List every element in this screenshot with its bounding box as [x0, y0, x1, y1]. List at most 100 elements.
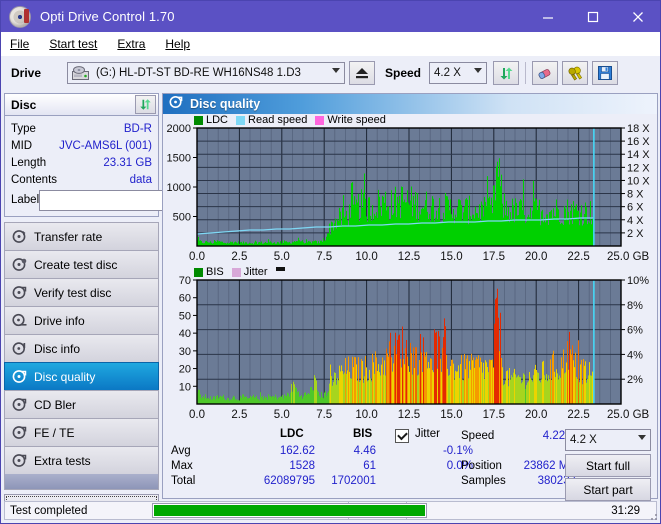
title-bar: Opti Drive Control 1.70: [1, 1, 660, 32]
disc-row-mid-value: JVC-AMS6L (001): [59, 139, 152, 152]
refresh-button[interactable]: [493, 61, 520, 85]
sidebar-item-create-test-disc[interactable]: Create test disc: [4, 250, 159, 278]
legend-bis: BIS: [194, 266, 224, 278]
disc-row-mid-key: MID: [11, 139, 33, 152]
start-full-button[interactable]: Start full: [565, 454, 651, 477]
svg-text:500: 500: [173, 212, 191, 224]
minimize-button[interactable]: [525, 1, 570, 32]
drive-label: Drive: [11, 66, 42, 80]
eject-button[interactable]: [349, 61, 375, 85]
svg-text:2 X: 2 X: [627, 228, 644, 240]
sidebar-item-drive-info-label: Drive info: [34, 313, 85, 328]
legend-ldc: LDC: [194, 114, 228, 126]
svg-text:14 X: 14 X: [627, 149, 650, 161]
sidebar-item-transfer-rate[interactable]: Transfer rate: [4, 222, 159, 250]
svg-text:5.0: 5.0: [274, 409, 290, 421]
erase-button[interactable]: [532, 61, 559, 85]
start-part-button[interactable]: Start part: [565, 478, 651, 501]
disc-row-contents-value: data: [129, 173, 152, 186]
sidebar-item-fe-te-label: FE / TE: [34, 425, 75, 440]
svg-text:25.0 GB: 25.0 GB: [607, 251, 650, 263]
save-button[interactable]: [592, 61, 619, 85]
menu-help[interactable]: Help: [165, 37, 190, 51]
disc-bler-icon: [12, 397, 27, 412]
menu-start-test-label: Start test: [49, 36, 98, 51]
stats-max-bis: 61: [363, 460, 376, 472]
legend-swatch-read-speed: [236, 115, 246, 125]
close-button[interactable]: [615, 1, 660, 32]
svg-text:10.0: 10.0: [355, 409, 377, 421]
speed-select[interactable]: 4.2 X: [429, 62, 488, 84]
chevron-down-icon: [474, 68, 483, 73]
test-speed-select[interactable]: 4.2 X: [565, 429, 651, 451]
sidebar-item-extra-tests[interactable]: Extra tests: [4, 446, 159, 474]
jitter-checkbox[interactable]: [395, 429, 409, 443]
sidebar-item-fe-te[interactable]: FE / TE: [4, 418, 159, 446]
legend-swatch-jitter: [231, 267, 241, 277]
legend-write-speed-label: Write speed: [327, 114, 386, 126]
nav-filler: [4, 474, 159, 490]
disc-panel: Disc Type BD-R MID JVC-AMS6L (001) Lengt…: [4, 93, 244, 217]
svg-text:15.0: 15.0: [440, 409, 462, 421]
sidebar-item-disc-quality-label: Disc quality: [34, 369, 96, 384]
resize-grip[interactable]: [648, 511, 658, 521]
stats-col-bis: BIS: [353, 428, 373, 440]
svg-text:4%: 4%: [627, 349, 643, 361]
stats-row-total: Total: [171, 475, 196, 487]
svg-text:2.5: 2.5: [231, 251, 247, 263]
menu-extra[interactable]: Extra: [117, 37, 145, 51]
legend-read-speed-label: Read speed: [248, 114, 308, 126]
sidebar-item-create-test-disc-label: Create test disc: [34, 257, 118, 272]
stats-samples-label: Samples: [461, 475, 506, 487]
maximize-button[interactable]: [570, 1, 615, 32]
app-disc-icon: [9, 5, 31, 28]
sidebar-item-disc-quality[interactable]: Disc quality: [4, 362, 159, 390]
disc-quality-panel: Disc quality LDC Read speed Write speed …: [162, 93, 658, 501]
disc-fete-icon: [12, 425, 27, 440]
sidebar-item-extra-tests-label: Extra tests: [34, 453, 91, 468]
bis-chart: BIS Jitter 10 20 30 40 50 60 70 2% 4% 6% 8% 10% 0.0 2…: [163, 266, 657, 426]
stats-panel: LDC BIS Avg Max Total 162.62 1528 620897…: [163, 426, 657, 501]
svg-text:20.0: 20.0: [525, 251, 547, 263]
svg-text:16 X: 16 X: [627, 136, 650, 148]
menu-bar: File Start test Extra Help: [1, 32, 660, 56]
svg-text:22.5: 22.5: [567, 409, 589, 421]
disc-label-row: Label: [11, 189, 244, 211]
drive-select[interactable]: (G:) HL-DT-ST BD-RE WH16NS48 1.D3: [67, 62, 345, 84]
disc-refresh-button[interactable]: [135, 95, 156, 114]
sidebar-item-drive-info[interactable]: Drive info: [4, 306, 159, 334]
ldc-chart-legend: LDC Read speed Write speed: [194, 114, 394, 126]
status-bar: Test completed 100.0% 31:29: [4, 501, 657, 520]
svg-text:17.5: 17.5: [483, 409, 505, 421]
left-sidebar: Disc Type BD-R MID JVC-AMS6L (001) Lengt…: [4, 93, 244, 518]
bis-chart-svg: 10 20 30 40 50 60 70 2% 4% 6% 8% 10% 0.0 2.5 5.0 7.5 10.…: [179, 275, 650, 421]
svg-text:25.0 GB: 25.0 GB: [607, 409, 650, 421]
menu-file[interactable]: File: [10, 37, 29, 51]
sidebar-item-disc-info[interactable]: Disc info: [4, 334, 159, 362]
tools-button[interactable]: [562, 61, 589, 85]
svg-text:17.5: 17.5: [483, 251, 505, 263]
progress-bar-fill: [154, 505, 425, 516]
svg-text:5.0: 5.0: [274, 251, 290, 263]
legend-ldc-label: LDC: [206, 114, 229, 126]
stats-row-avg: Avg: [171, 445, 191, 457]
svg-text:8%: 8%: [627, 300, 643, 312]
sidebar-item-verify-test-disc[interactable]: Verify test disc: [4, 278, 159, 306]
menu-file-label: File: [10, 36, 30, 51]
svg-text:2%: 2%: [627, 374, 643, 386]
disc-row-length-value: 23.31 GB: [103, 156, 152, 169]
sidebar-item-cd-bler[interactable]: CD Bler: [4, 390, 159, 418]
stats-row-max: Max: [171, 460, 193, 472]
test-speed-select-value: 4.2 X: [570, 434, 597, 446]
legend-jitter: Jitter: [231, 266, 268, 278]
chevron-down-icon: [332, 68, 340, 73]
svg-text:60: 60: [179, 293, 191, 305]
progress-bar-track: [152, 503, 427, 518]
disc-info-icon: [12, 313, 27, 328]
stats-speed-label: Speed: [461, 430, 495, 442]
menu-start-test[interactable]: Start test: [49, 37, 97, 51]
disc-row-contents-key: Contents: [11, 173, 58, 186]
disc-rate-icon: [12, 229, 27, 244]
svg-text:6 X: 6 X: [627, 202, 644, 214]
legend-swatch-ldc: [194, 115, 203, 125]
